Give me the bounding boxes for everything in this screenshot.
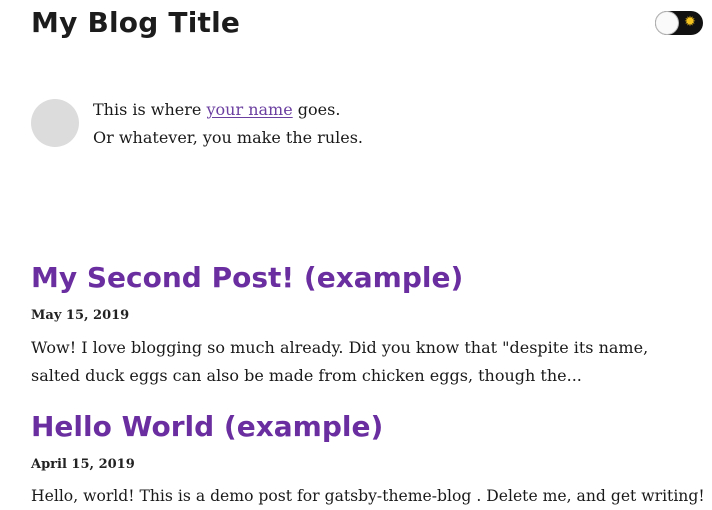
bio-line-2: Or whatever, you make the rules. xyxy=(93,128,364,147)
site-header: My Blog Title ☾ ✹ xyxy=(31,4,703,44)
post-date: April 15, 2019 xyxy=(31,457,135,472)
bio-text: This is where your name goes. Or whateve… xyxy=(93,96,363,152)
site-title-link[interactable]: My Blog Title xyxy=(31,4,240,42)
post-date: May 15, 2019 xyxy=(31,308,130,323)
avatar xyxy=(31,99,79,147)
bio-line-1: This is where your name goes. xyxy=(93,96,363,124)
toggle-knob xyxy=(656,12,678,34)
post-item: My Second Post! (example) May 15, 2019 W… xyxy=(31,260,711,390)
author-name-link[interactable]: your name xyxy=(206,100,292,119)
post-item: Hello World (example) April 15, 2019 Hel… xyxy=(31,409,711,510)
sun-icon: ✹ xyxy=(684,14,696,30)
post-excerpt: Hello, world! This is a demo post for ga… xyxy=(31,487,705,505)
theme-toggle[interactable]: ☾ ✹ xyxy=(655,11,703,35)
post-excerpt: Wow! I love blogging so much already. Di… xyxy=(31,338,649,385)
author-bio: This is where your name goes. Or whateve… xyxy=(31,96,631,152)
bio-line-1-after: goes. xyxy=(292,100,341,119)
post-title-link[interactable]: My Second Post! (example) xyxy=(31,260,711,296)
bio-line-1-before: This is where xyxy=(93,100,207,119)
post-title-link[interactable]: Hello World (example) xyxy=(31,409,711,445)
